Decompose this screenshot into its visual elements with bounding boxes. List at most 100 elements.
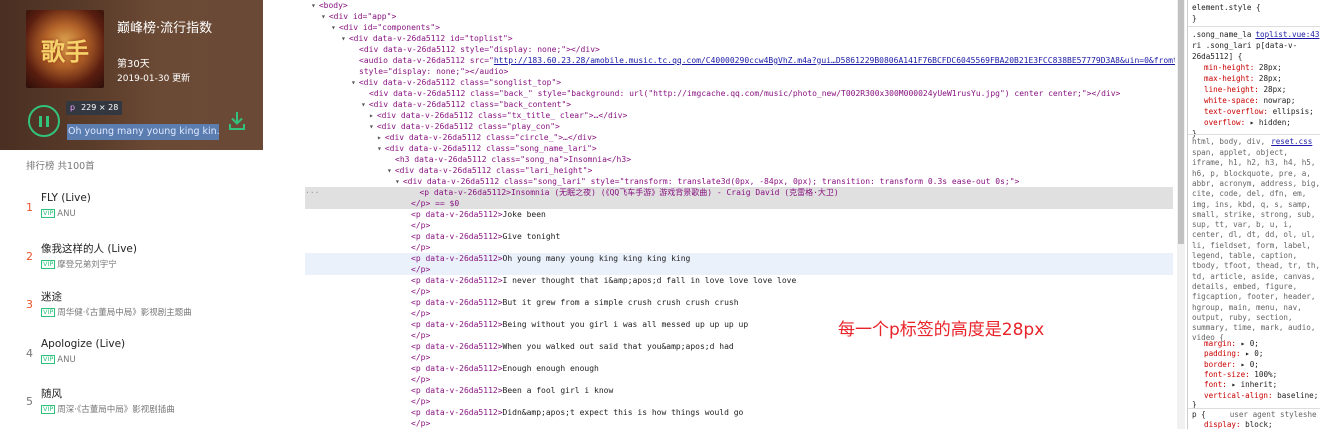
dom-node-line[interactable]: </p> bbox=[305, 242, 1173, 253]
dom-node-line[interactable]: </p> == $0 bbox=[305, 198, 1173, 209]
style-line[interactable]: overflow: ▸ hidden; bbox=[1204, 117, 1291, 128]
expand-arrow-icon[interactable]: ▾ bbox=[331, 23, 336, 32]
style-line[interactable]: line-height: 28px; bbox=[1204, 84, 1286, 95]
expand-arrow-icon[interactable]: ▾ bbox=[369, 122, 374, 131]
css-property-name: font: bbox=[1204, 380, 1232, 390]
css-property-value: 100%; bbox=[1254, 369, 1278, 379]
lyric-p-node[interactable]: <p data-v-26da5112>Didn&amp;apos;t expec… bbox=[305, 407, 1173, 418]
dom-node-line[interactable]: </p> bbox=[305, 374, 1173, 385]
style-text: } bbox=[1192, 14, 1197, 23]
expand-arrow-icon[interactable]: ▾ bbox=[321, 12, 326, 21]
song-list-item[interactable]: 3 迷途 VIP 周华健·《古董局中局》影视剧主题曲 bbox=[0, 284, 263, 332]
lyric-p-node[interactable]: <p data-v-26da5112>Give tonight bbox=[305, 231, 1173, 242]
expand-arrow-icon[interactable]: ▾ bbox=[377, 144, 382, 153]
style-line[interactable]: 26da5112] { bbox=[1192, 51, 1242, 62]
dom-node-line[interactable]: ▾ <div data-v-26da5112 id="toplist"> bbox=[305, 33, 513, 44]
dom-node-line[interactable]: ▾ <div data-v-26da5112 class="back_conten… bbox=[305, 99, 571, 110]
dom-node-line[interactable]: ▾ <div id="components"> bbox=[305, 22, 440, 33]
song-list-item[interactable]: 1 FLY (Live) VIP ANU bbox=[0, 187, 263, 235]
dom-node-line[interactable]: ▾ <div data-v-26da5112 class="songlist_to… bbox=[305, 77, 561, 88]
dom-node-line[interactable]: </p> bbox=[305, 418, 1173, 429]
css-property-name: vertical-align: bbox=[1204, 390, 1278, 400]
pause-icon bbox=[39, 115, 42, 127]
song-name: Apologize (Live) bbox=[41, 338, 126, 350]
dom-node-line[interactable]: </p> bbox=[305, 352, 1173, 363]
style-line[interactable]: element.style { bbox=[1192, 2, 1261, 13]
dom-node-line[interactable]: <div data-v-26da5112 style="display: non… bbox=[305, 44, 600, 55]
style-text: iframe, h1, h2, h3, h4, h5, bbox=[1192, 158, 1316, 168]
dom-node-text: <p data-v-26da5112> bbox=[411, 254, 503, 263]
dom-node-line[interactable]: ▾ <div data-v-26da5112 class="song_lari" … bbox=[305, 176, 1173, 187]
dom-node-line[interactable]: ▾ <div data-v-26da5112 class="lari_height… bbox=[305, 165, 592, 176]
dom-node-line[interactable]: <audio data-v-26da5112 src="http://183.6… bbox=[305, 55, 1175, 66]
dom-node-line[interactable]: <div data-v-26da5112 class="back_" style… bbox=[305, 88, 1173, 99]
style-line[interactable]: html, body, div, reset.css bbox=[1192, 136, 1312, 147]
expand-arrow-icon[interactable]: ▾ bbox=[311, 1, 316, 10]
lyric-p-node[interactable]: <p data-v-26da5112>I never thought that … bbox=[305, 275, 1173, 286]
expand-arrow-icon[interactable]: ▾ bbox=[387, 166, 392, 175]
style-line[interactable]: max-height: 28px; bbox=[1204, 73, 1282, 84]
song-rank: 4 bbox=[26, 347, 33, 360]
style-line[interactable]: min-height: 28px; bbox=[1204, 62, 1282, 73]
dom-node-line[interactable]: ▸ <div data-v-26da5112 class="circle_">…<… bbox=[305, 132, 597, 143]
dom-node-line[interactable]: </p> bbox=[305, 220, 1173, 231]
dom-node-line[interactable]: ▸ <div data-v-26da5112 class="tx_title_ c… bbox=[305, 110, 627, 121]
expand-arrow-icon[interactable]: ▾ bbox=[341, 34, 346, 43]
dom-node-text: <p data-v-26da5112> bbox=[411, 408, 503, 417]
expand-arrow-icon[interactable]: ▾ bbox=[395, 177, 400, 186]
dom-node-line[interactable]: style="display: none;"></audio> bbox=[305, 66, 508, 77]
dom-node-line[interactable]: ▾ <body> bbox=[305, 0, 348, 11]
css-property-value: 28px; bbox=[1263, 85, 1287, 94]
style-line[interactable]: display: block; bbox=[1204, 419, 1273, 429]
song-list-item[interactable]: 2 像我这样的人 (Live) VIP 摩登兄弟刘宇宁 bbox=[0, 236, 263, 284]
style-line[interactable]: vertical-align: baseline; bbox=[1204, 390, 1318, 401]
expand-arrow-icon[interactable]: ▾ bbox=[351, 78, 356, 87]
dom-node-line[interactable]: </p> bbox=[305, 264, 1173, 275]
css-property-value: ▸ 0; bbox=[1245, 349, 1264, 359]
dom-node-line[interactable]: ··· <p data-v-26da5112>Insomnia (无眠之夜) (《… bbox=[305, 187, 1173, 198]
lyric-p-node[interactable]: <p data-v-26da5112>Enough enough enough bbox=[305, 363, 1173, 374]
song-artist: ANU bbox=[57, 355, 76, 365]
style-text: legend, table, caption, bbox=[1192, 251, 1298, 260]
scrollbar-thumb[interactable] bbox=[1178, 0, 1184, 244]
style-line[interactable]: white-space: nowrap; bbox=[1204, 95, 1295, 106]
dom-node-line[interactable]: <h3 data-v-26da5112 class="song_na">Inso… bbox=[305, 154, 631, 165]
css-property-value: 28px; bbox=[1258, 63, 1282, 72]
style-line[interactable]: ri .song_lari p[data-v- bbox=[1192, 40, 1297, 51]
dom-node-line[interactable]: ▾ <div data-v-26da5112 class="song_name_l… bbox=[305, 143, 597, 154]
css-property-value: baseline; bbox=[1277, 390, 1319, 400]
dom-node-text: <div data-v-26da5112 class="back_" style… bbox=[369, 89, 1121, 98]
dom-node-line[interactable]: ▾ <div id="app"> bbox=[305, 11, 396, 22]
toplist-date: 2019-01-30 更新 bbox=[117, 74, 191, 84]
current-lyric-line[interactable]: Oh young many young king kin... bbox=[67, 124, 219, 140]
lyric-p-node[interactable]: <p data-v-26da5112>Been a fool girl i kn… bbox=[305, 385, 1173, 396]
dom-node-line[interactable]: ▾ <div data-v-26da5112 class="play_con"> bbox=[305, 121, 560, 132]
expand-arrow-icon[interactable]: ▾ bbox=[361, 100, 366, 109]
dom-node-text: <p data-v-26da5112> bbox=[411, 386, 503, 395]
lyric-p-node[interactable]: <p data-v-26da5112>Oh young many young k… bbox=[305, 253, 1173, 264]
lyric-p-node[interactable]: <p data-v-26da5112>But it grew from a si… bbox=[305, 297, 1173, 308]
style-text: 26da5112] { bbox=[1192, 52, 1243, 61]
dom-node-line[interactable]: </p> bbox=[305, 396, 1173, 407]
expand-arrow-icon[interactable]: ▸ bbox=[369, 111, 374, 120]
elements-scrollbar[interactable] bbox=[1177, 0, 1185, 429]
lyric-p-node[interactable]: <p data-v-26da5112>Joke been bbox=[305, 209, 1173, 220]
style-line[interactable]: } bbox=[1192, 13, 1197, 24]
download-icon[interactable] bbox=[228, 111, 246, 131]
song-rank: 5 bbox=[26, 395, 33, 408]
lyric-text: Enough enough enough bbox=[502, 364, 599, 373]
style-line[interactable]: text-overflow: ellipsis; bbox=[1204, 106, 1314, 117]
style-text: html, body, div, bbox=[1192, 137, 1266, 146]
dom-node-text: <p data-v-26da5112> bbox=[411, 298, 503, 307]
song-list-item[interactable]: 4 Apologize (Live) VIP ANU bbox=[0, 333, 263, 381]
expand-arrow-icon[interactable]: ▸ bbox=[377, 133, 382, 142]
style-line[interactable]: .song_name_la toplist.vue:43 bbox=[1192, 29, 1319, 40]
css-property-name: padding: bbox=[1204, 349, 1246, 359]
lyric-p-node[interactable]: <p data-v-26da5112>When you walked out s… bbox=[305, 341, 1173, 352]
vip-badge: VIP bbox=[41, 405, 56, 414]
css-property-name: min-height: bbox=[1204, 63, 1259, 72]
css-property-name: margin: bbox=[1204, 339, 1241, 348]
pause-button[interactable] bbox=[28, 105, 60, 137]
dom-node-line[interactable]: </p> bbox=[305, 286, 1173, 297]
song-list-item[interactable]: 5 随风 VIP 周深·《古董局中局》影视剧插曲 bbox=[0, 381, 263, 429]
